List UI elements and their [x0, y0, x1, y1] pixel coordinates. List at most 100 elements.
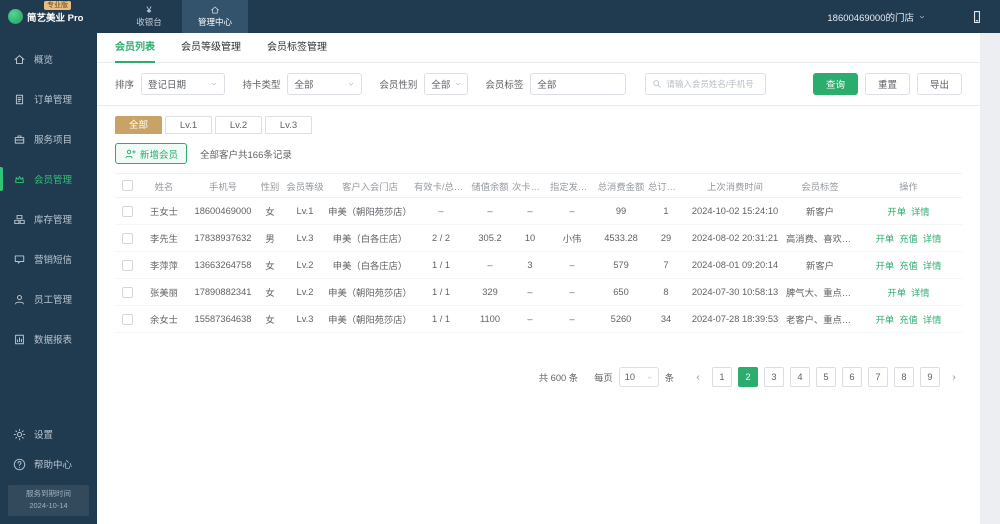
table-row: 李萍萍 13663264758 女 Lv.2 申美（白各庄店） 1 / 1–3–579 7 2… [115, 251, 962, 279]
topnav-cashier[interactable]: ¥ 收银台 [116, 0, 182, 33]
scrollbar[interactable] [980, 33, 1000, 524]
row-actions: 开单 充值 详情 [856, 258, 961, 272]
sidebar-item-inventory[interactable]: 库存管理 [0, 199, 97, 239]
sidebar-item-sms[interactable]: 营销短信 [0, 239, 97, 279]
page-button-6[interactable]: 6 [842, 367, 862, 387]
query-button[interactable]: 查询 [812, 73, 858, 95]
action-link[interactable]: 详情 [923, 258, 942, 272]
row-checkbox[interactable] [121, 313, 133, 325]
sidebar-item-overview[interactable]: 概览 [0, 39, 97, 79]
page-button-1[interactable]: 1 [712, 367, 732, 387]
sidebar-item-members[interactable]: 会员管理 [0, 159, 97, 199]
sidebar-item-label: 服务项目 [34, 135, 73, 146]
sort-select[interactable]: 登记日期 [141, 73, 226, 95]
cell-level: Lv.3 [283, 224, 327, 252]
person-icon [13, 293, 26, 306]
tab-member-list[interactable]: 会员列表 [115, 33, 155, 63]
prev-page-button[interactable]: ‹ [690, 372, 706, 383]
gender-label: 会员性别 [379, 80, 418, 91]
cell-actions: 开单 详情 [855, 197, 962, 225]
action-link[interactable]: 开单 [876, 231, 895, 245]
action-link[interactable]: 充值 [899, 258, 918, 272]
cell-phone: 15587364638 [189, 305, 257, 333]
gender-select[interactable]: 全部 [424, 73, 469, 95]
action-link[interactable]: 开单 [876, 312, 895, 326]
page-button-4[interactable]: 4 [790, 367, 810, 387]
user-icon[interactable] [941, 10, 955, 24]
logo-icon [8, 9, 23, 24]
home-icon [210, 5, 220, 15]
level-tab-2[interactable]: Lv.2 [215, 116, 262, 134]
per-page-unit: 条 [664, 373, 674, 383]
action-link[interactable]: 详情 [911, 285, 930, 299]
row-checkbox[interactable] [121, 259, 133, 271]
select-all-checkbox[interactable] [121, 180, 133, 191]
store-name: 18600469000的门店 [827, 12, 914, 24]
cell-stylist: – [549, 197, 595, 225]
page-button-9[interactable]: 9 [920, 367, 940, 387]
page-button-7[interactable]: 7 [868, 367, 888, 387]
action-link[interactable]: 充值 [899, 231, 918, 245]
sidebar-item-staff[interactable]: 员工管理 [0, 279, 97, 319]
export-button[interactable]: 导出 [917, 73, 963, 95]
column-header: 总消费金额 [595, 173, 647, 198]
filter-bar: 排序 登记日期 持卡类型 全部 会员性别 全部 会员标签 查询 重置 导出 [97, 63, 980, 106]
sidebar-item-reports[interactable]: 数据报表 [0, 319, 97, 359]
add-member-button[interactable]: 新增会员 [115, 143, 188, 164]
cell-gender: 女 [257, 251, 283, 279]
page-button-8[interactable]: 8 [894, 367, 914, 387]
cell-times: 3 [511, 251, 549, 279]
action-link[interactable]: 详情 [923, 231, 942, 245]
pagination: 共 600 条 每页 10 条 ‹ 1 2 3 4 5 6 7 8 9 › [97, 333, 980, 387]
row-checkbox[interactable] [121, 232, 133, 244]
search-input[interactable] [666, 79, 759, 89]
level-tab-3[interactable]: Lv.3 [265, 116, 312, 134]
action-link[interactable]: 充值 [899, 312, 918, 326]
tab-member-tags[interactable]: 会员标签管理 [267, 33, 327, 63]
order-icon [13, 93, 26, 106]
cell-store: 申美（白各庄店） [327, 251, 413, 279]
action-link[interactable]: 详情 [911, 204, 930, 218]
page-size-value: 10 [624, 372, 636, 382]
sidebar-item-help[interactable]: 帮助中心 [0, 449, 97, 479]
row-checkbox[interactable] [121, 205, 133, 217]
mobile-icon[interactable] [970, 10, 984, 24]
card-type-select[interactable]: 全部 [287, 73, 363, 95]
action-link[interactable]: 详情 [923, 312, 942, 326]
sidebar: 简艺美业 Pro 专业版 概览 订单管理 服务项目 会员管理 库存管理 营销短信 员工管理数… [0, 0, 97, 524]
sidebar-item-orders[interactable]: 订单管理 [0, 79, 97, 119]
sidebar-item-label: 订单管理 [34, 95, 73, 106]
cell-store: 申美（朝阳苑莎店） [327, 305, 413, 333]
level-tab-1[interactable]: Lv.1 [165, 116, 212, 134]
topnav-admin-center[interactable]: 管理中心 [182, 0, 248, 33]
cell-level: Lv.3 [283, 305, 327, 333]
cell-cards: 1 / 1 [413, 305, 469, 333]
cell-name: 张美丽 [139, 278, 189, 306]
page-button-5[interactable]: 5 [816, 367, 836, 387]
card-type-value: 全部 [294, 80, 314, 91]
sidebar-item-label: 帮助中心 [34, 460, 73, 471]
cell-level: Lv.1 [283, 197, 327, 225]
reset-button[interactable]: 重置 [864, 73, 910, 95]
page-button-2[interactable]: 2 [738, 367, 758, 387]
level-tab-0[interactable]: 全部 [115, 116, 162, 134]
member-tag-input[interactable] [530, 73, 627, 95]
action-link[interactable]: 开单 [876, 258, 895, 272]
search-box [645, 73, 766, 95]
sidebar-item-services[interactable]: 服务项目 [0, 119, 97, 159]
next-page-button[interactable]: › [946, 372, 962, 383]
cell-total: 579 [595, 251, 647, 279]
action-link[interactable]: 开单 [887, 204, 906, 218]
tab-member-level[interactable]: 会员等级管理 [181, 33, 241, 63]
row-checkbox[interactable] [121, 286, 133, 298]
cell-actions: 开单 充值 详情 [855, 224, 962, 252]
page-button-3[interactable]: 3 [764, 367, 784, 387]
store-selector[interactable]: 18600469000的门店 [827, 10, 926, 24]
action-link[interactable]: 开单 [887, 285, 906, 299]
sidebar-item-settings[interactable]: 设置 [0, 419, 97, 449]
table-row: 王女士 18600469000 女 Lv.1 申美（朝阳苑莎店） – – – –99 1 2024-… [115, 197, 962, 225]
cell-gender: 女 [257, 278, 283, 306]
cell-stylist: – [549, 305, 595, 333]
checkbox-cell [115, 305, 139, 333]
page-size-select[interactable]: 10 [618, 367, 659, 387]
